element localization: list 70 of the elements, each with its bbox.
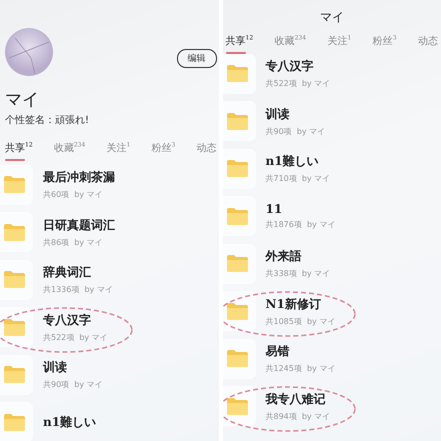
folder-icon xyxy=(226,255,248,272)
tab[interactable]: 收藏$^{234}$ xyxy=(274,34,306,54)
folder-title: 我专八难记 xyxy=(266,390,326,408)
folder-tile[interactable] xyxy=(222,244,256,284)
folder-tile[interactable] xyxy=(222,338,256,379)
folder-icon xyxy=(4,176,25,194)
signature: 个性签名：頑張れ! xyxy=(5,114,90,127)
folder-meta: 共1085项 by マイ xyxy=(266,316,336,327)
folder-meta: 共86项 by マイ xyxy=(43,236,104,248)
tab[interactable]: 共享$^{12}$ xyxy=(226,34,254,54)
tab[interactable]: 共享$^{12}$ xyxy=(5,141,33,161)
avatar[interactable] xyxy=(5,28,53,76)
folder-title: 日研真题词汇 xyxy=(43,216,115,234)
folder-tile[interactable] xyxy=(0,307,33,348)
folder-title: 训读 xyxy=(266,106,290,123)
folder-tile[interactable] xyxy=(222,291,256,332)
folder-tile[interactable] xyxy=(0,354,33,395)
folder-icon xyxy=(226,112,248,130)
folder-meta: 共60项 by マイ xyxy=(43,189,104,200)
folder-icon xyxy=(226,398,248,415)
tab[interactable]: 收藏$^{234}$ xyxy=(54,141,86,161)
folder-meta: 共894项 by マイ xyxy=(266,410,330,422)
folder-meta: 共90项 by マイ xyxy=(266,126,326,137)
folder-title: 外来語 xyxy=(266,248,302,266)
tab[interactable]: 粉丝$^{3}$ xyxy=(151,141,176,161)
folder-title: N1新修订 xyxy=(266,296,322,313)
folder-meta: 共1245项 by マイ xyxy=(266,363,336,374)
folder-title: 辞典词汇 xyxy=(43,264,92,282)
folder-title: n1難しい xyxy=(43,414,96,431)
folder-tile[interactable] xyxy=(222,148,256,189)
folder-tile[interactable] xyxy=(222,54,256,94)
folder-tile[interactable] xyxy=(0,402,33,441)
folder-meta: 共710项 by マイ xyxy=(266,173,330,184)
folder-meta: 共1336项 by マイ xyxy=(43,284,113,296)
tab[interactable]: 粉丝$^{3}$ xyxy=(372,34,397,54)
folder-title: 训读 xyxy=(43,359,68,376)
folder-title: 11 xyxy=(266,202,284,216)
tab[interactable]: 动态 xyxy=(196,141,216,161)
folder-title: 易错 xyxy=(266,343,290,360)
edit-button[interactable]: 编辑 xyxy=(176,48,216,68)
folder-meta: 共522项 by マイ xyxy=(43,332,108,343)
folder-icon xyxy=(4,366,25,384)
folder-meta: 共338项 by マイ xyxy=(266,268,330,280)
folder-meta: 共522项 by マイ xyxy=(266,78,330,90)
folder-tile[interactable] xyxy=(0,212,33,252)
folder-tile[interactable] xyxy=(222,101,256,142)
folder-icon xyxy=(4,318,25,336)
folder-tile[interactable] xyxy=(0,260,33,300)
folder-icon xyxy=(4,271,25,288)
folder-icon xyxy=(226,208,248,225)
tab[interactable]: 动态 xyxy=(418,34,438,54)
folder-meta: 共90项 by マイ xyxy=(43,379,103,390)
user-name: マイ xyxy=(5,89,40,111)
folder-icon xyxy=(226,65,248,82)
folder-tile[interactable] xyxy=(222,386,256,426)
screen-title: マイ xyxy=(318,9,345,26)
folder-icon xyxy=(226,160,248,178)
tab[interactable]: 关注$^{1}$ xyxy=(106,141,130,161)
folder-icon xyxy=(226,350,248,368)
tab[interactable]: 关注$^{1}$ xyxy=(327,34,352,54)
folder-tile[interactable] xyxy=(222,196,256,236)
folder-title: 专八汉字 xyxy=(266,58,314,76)
folder-tile[interactable] xyxy=(0,164,33,205)
folder-icon xyxy=(4,224,25,241)
folder-icon xyxy=(226,302,248,320)
folder-title: n1難しい xyxy=(266,153,320,170)
folder-title: 最后冲刺茶漏 xyxy=(43,169,115,186)
folder-icon xyxy=(4,414,25,431)
folder-title: 专八汉字 xyxy=(43,312,92,329)
folder-meta: 共1876项 by マイ xyxy=(266,219,336,230)
